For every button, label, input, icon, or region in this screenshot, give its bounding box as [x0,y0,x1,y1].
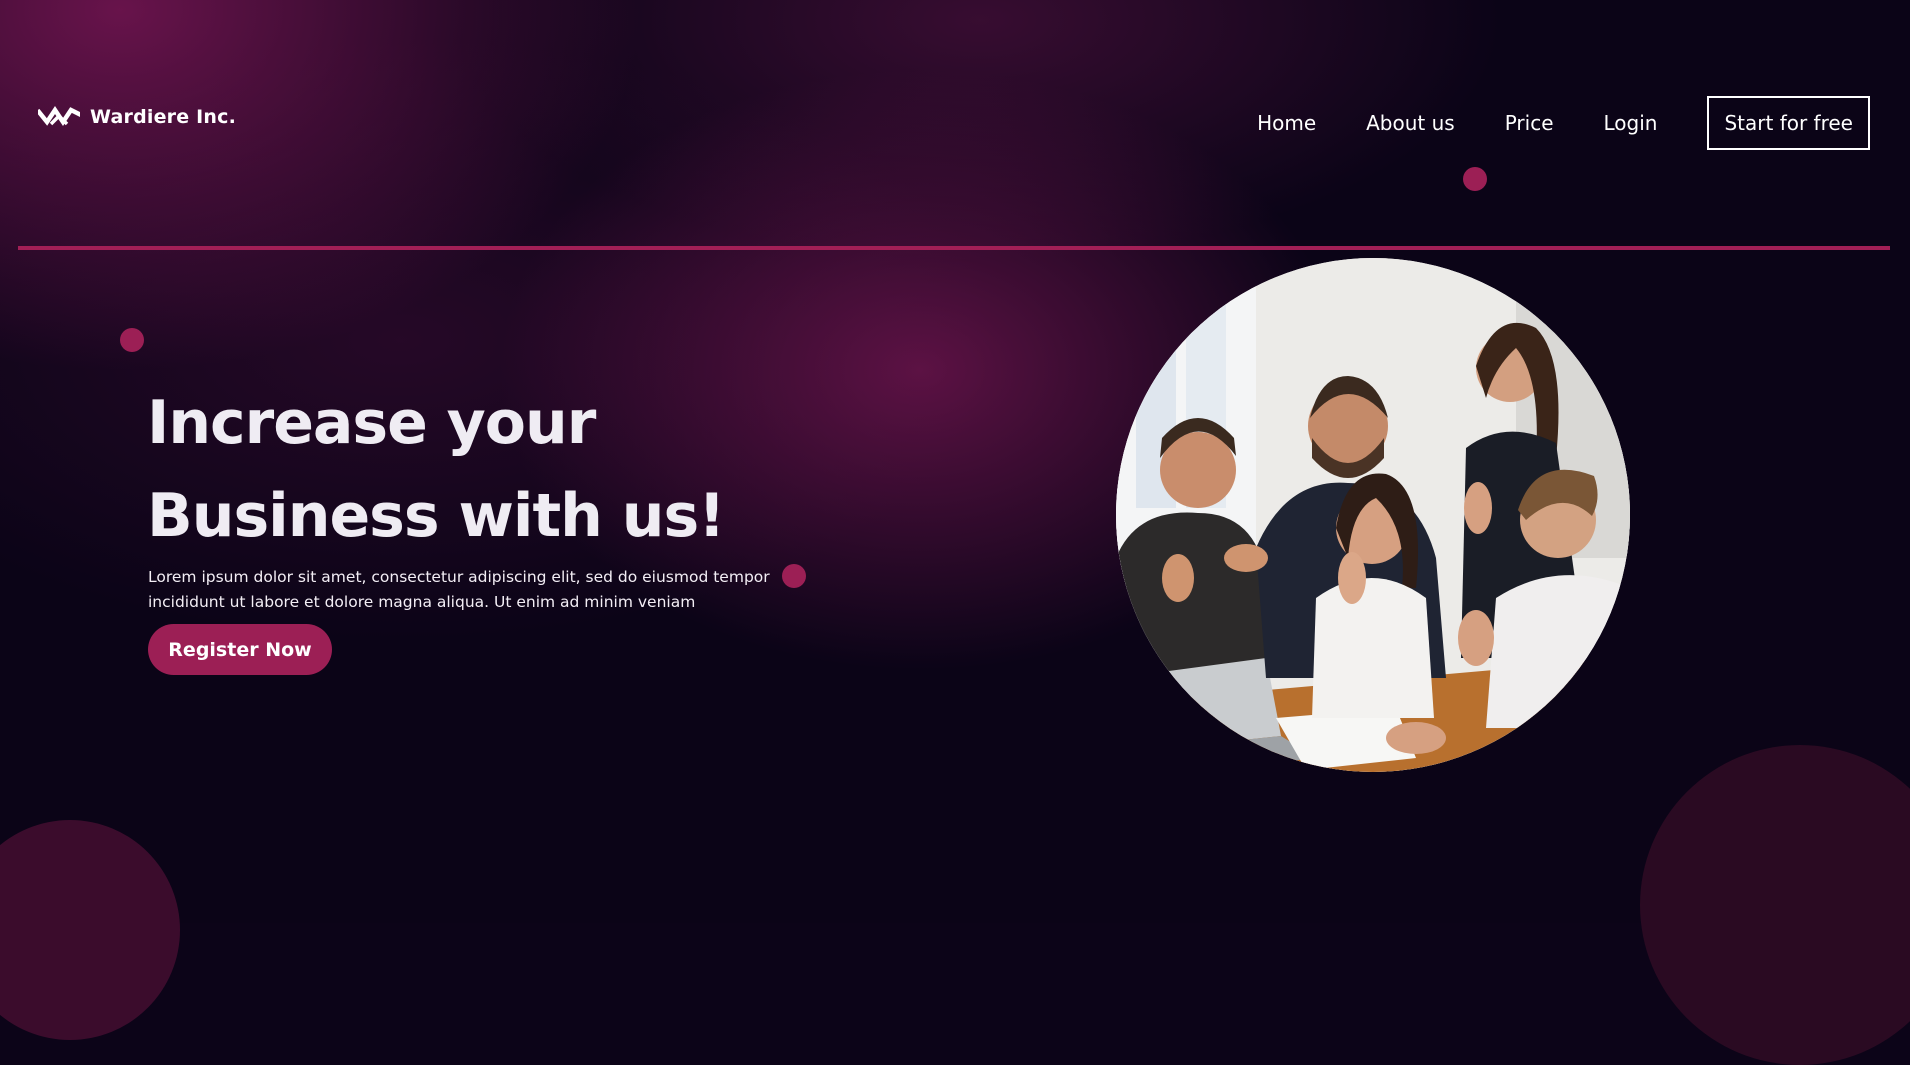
main-nav: Home About us Price Login Start for free [1257,96,1870,150]
decorative-dot [120,328,144,352]
nav-home-link[interactable]: Home [1257,111,1316,135]
hero-description: Lorem ipsum dolor sit amet, consectetur … [148,568,770,611]
nav-about-link[interactable]: About us [1366,111,1455,135]
nav-price-link[interactable]: Price [1505,111,1554,135]
register-now-button[interactable]: Register Now [148,624,332,675]
wardiere-logo-icon [38,104,80,130]
nav-login-link[interactable]: Login [1604,111,1658,135]
start-for-free-button[interactable]: Start for free [1707,96,1870,150]
brand-name: Wardiere Inc. [90,106,237,128]
site-header: Wardiere Inc. Home About us Price Login … [0,0,1910,250]
brand-logo[interactable]: Wardiere Inc. [38,104,236,130]
header-divider [18,246,1890,250]
hero-title-line-2: Business with us! [147,481,726,551]
team-photo [1116,258,1630,772]
hero-title: Increase your Business with us! [147,377,907,563]
hero-title-line-1: Increase your [147,388,596,458]
